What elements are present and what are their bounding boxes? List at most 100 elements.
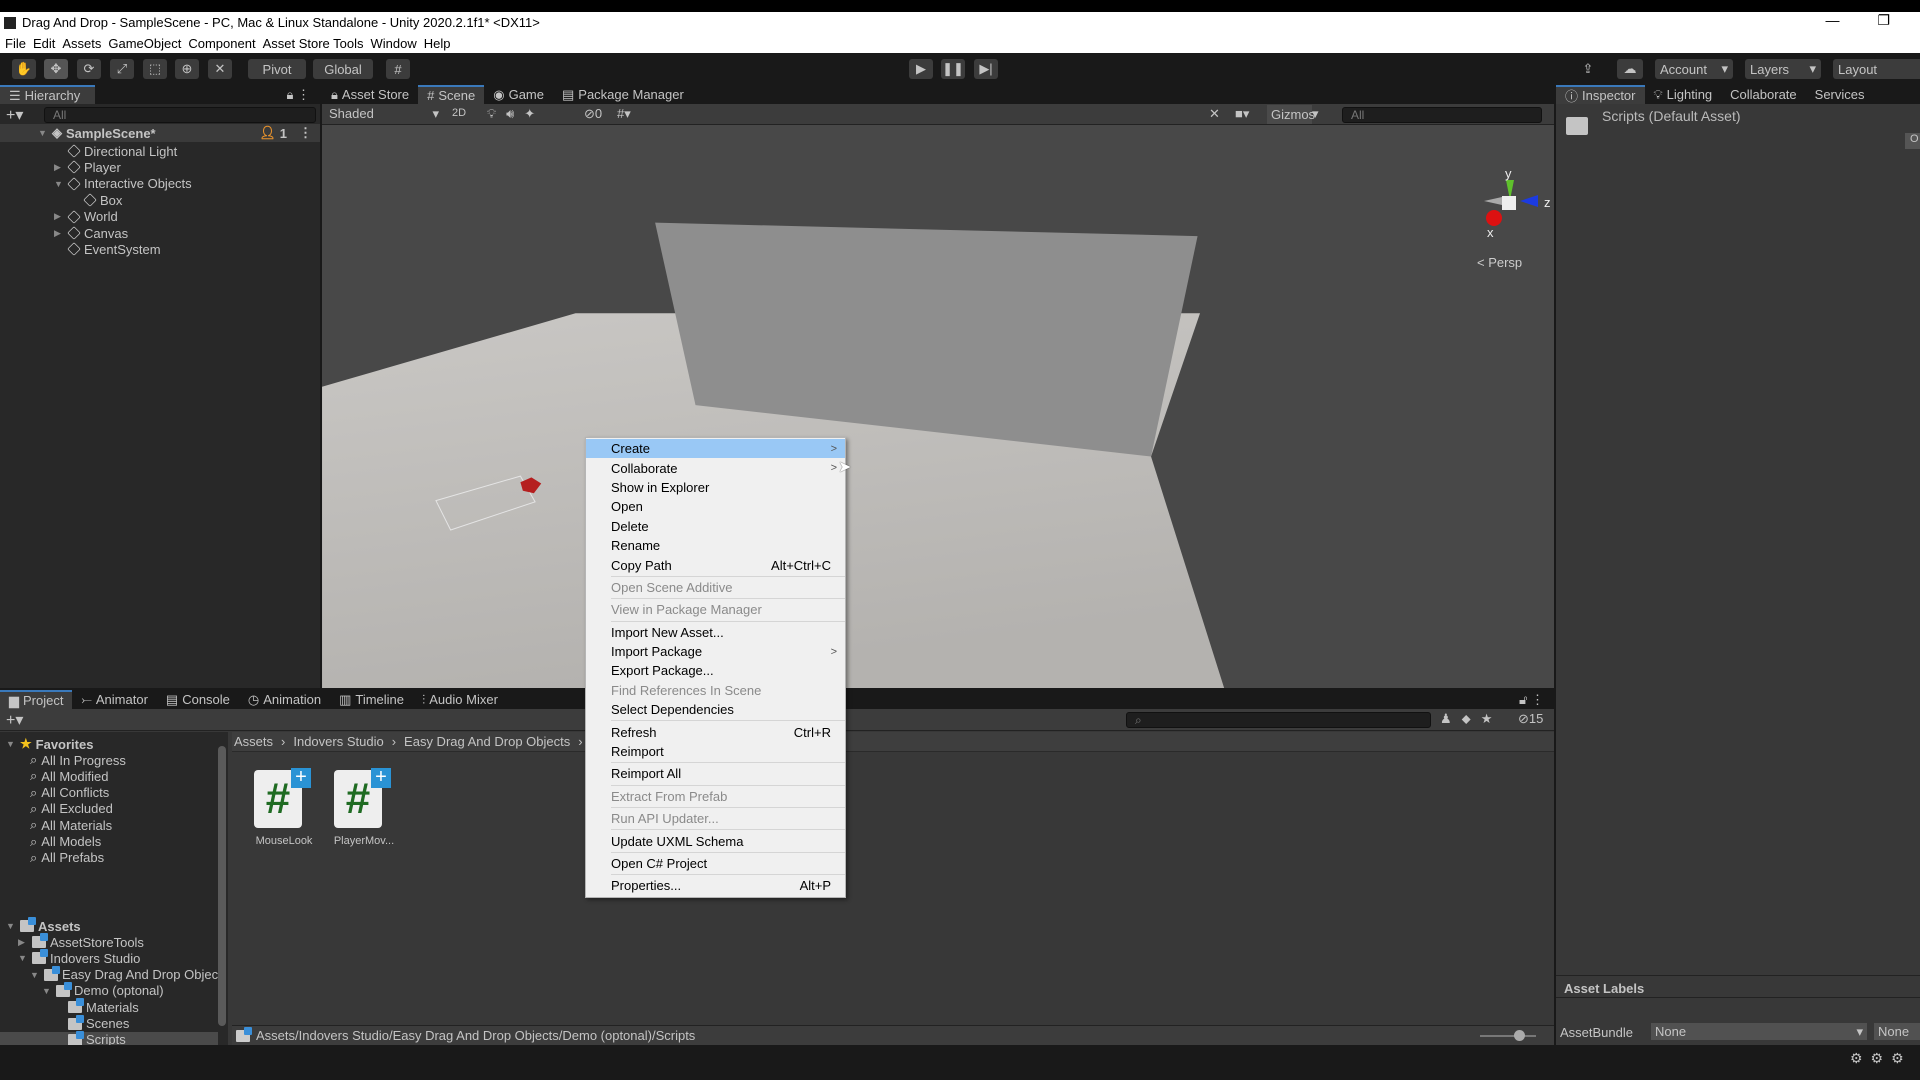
project-lock-icon[interactable]: 🔓︎ ⋮ <box>1519 692 1544 708</box>
menu-window[interactable]: Window <box>371 36 417 51</box>
assets-header[interactable]: ▼ Assets <box>6 917 81 934</box>
breadcrumb-item[interactable]: Easy Drag And Drop Objects <box>404 734 570 749</box>
minimize-button[interactable]: — <box>1825 12 1839 29</box>
context-item-reimport-all[interactable]: Reimport All <box>586 764 845 783</box>
menu-assets[interactable]: Assets <box>62 36 101 51</box>
rotate-tool-icon[interactable]: ⟳ <box>77 59 101 79</box>
context-item-update-uxml-schema[interactable]: Update UXML Schema <box>586 831 845 850</box>
global-toggle[interactable]: Global <box>313 59 373 79</box>
context-item-import-new-asset[interactable]: Import New Asset... <box>586 623 845 642</box>
context-item-import-package[interactable]: Import Package > <box>586 642 845 661</box>
axis-gizmo[interactable]: y z x < Persp <box>1477 166 1551 270</box>
gizmos-arrow-icon[interactable]: ▾ <box>1312 106 1319 122</box>
tab-inspector[interactable]: ⓘ Inspector <box>1556 85 1645 104</box>
tree-scrollbar[interactable] <box>218 746 226 1026</box>
folder-item[interactable]: ▼ Easy Drag And Drop Objec <box>30 965 218 983</box>
hierarchy-item[interactable]: Directional Light <box>54 143 177 159</box>
tab-hierarchy[interactable]: ☰ Hierarchy <box>0 85 95 104</box>
scene-row[interactable]: ▼ ◈ SampleScene* 👤︎ 1 ⋮ <box>0 124 320 142</box>
collab-icon[interactable]: ⇪ <box>1576 59 1600 79</box>
context-item-properties[interactable]: Properties... Alt+P <box>586 876 845 895</box>
grid-toggle[interactable]: #▾ <box>617 106 631 122</box>
breadcrumb-item[interactable]: Assets <box>234 734 273 749</box>
script-file[interactable]: # + MouseLook <box>252 767 316 858</box>
tab-scene[interactable]: # Scene <box>418 85 485 104</box>
folder-item[interactable]: Scripts <box>54 1030 126 1045</box>
favorite-item[interactable]: ⌕ All Materials <box>30 817 112 833</box>
transform-tool-icon[interactable]: ⊕ <box>175 59 199 79</box>
scene-search[interactable]: All <box>1342 107 1542 123</box>
context-item-open[interactable]: Open <box>586 497 845 516</box>
menu-help[interactable]: Help <box>424 36 451 51</box>
expand-arrow-icon[interactable]: ▼ <box>54 179 64 189</box>
context-item-export-package[interactable]: Export Package... <box>586 661 845 680</box>
folder-item[interactable]: ▼ Indovers Studio <box>18 949 140 966</box>
move-tool-icon[interactable]: ✥ <box>44 59 68 79</box>
context-item-rename[interactable]: Rename <box>586 536 845 555</box>
folder-item[interactable]: ▶ AssetStoreTools <box>18 933 144 950</box>
project-search[interactable]: ⌕ <box>1126 712 1431 728</box>
favorites-header[interactable]: ▼ ★ Favorites <box>6 736 93 752</box>
context-item-open-c-project[interactable]: Open C# Project <box>586 854 845 873</box>
hierarchy-item[interactable]: EventSystem <box>54 241 161 257</box>
tab-animation[interactable]: ◷ Animation <box>239 690 330 709</box>
favorite-item[interactable]: ⌕ All Excluded <box>30 801 113 817</box>
layers-dropdown[interactable]: Layers ▾ <box>1745 59 1821 79</box>
icon-size-slider[interactable] <box>1480 1030 1536 1041</box>
restore-button[interactable]: ❐ <box>1877 12 1890 29</box>
scene-view-toggles[interactable]: 💡︎🔊︎✦ <box>487 106 545 122</box>
favorite-item[interactable]: ⌕ All Prefabs <box>30 850 104 866</box>
variant-dropdown[interactable]: None <box>1874 1023 1920 1040</box>
tab-collaborate[interactable]: Collaborate <box>1721 85 1806 104</box>
hidden-packages-toggle[interactable]: ⊘15 <box>1518 711 1543 727</box>
grid-snap-icon[interactable]: # <box>386 59 410 79</box>
cloud-icon[interactable]: ☁ <box>1617 59 1643 79</box>
step-button[interactable]: ▶| <box>974 59 998 79</box>
hierarchy-item[interactable]: ▶ Canvas <box>54 225 128 241</box>
tab-project[interactable]: ▆ Project <box>0 690 73 709</box>
expand-arrow-icon[interactable]: ▼ <box>18 953 28 963</box>
expand-arrow-icon[interactable]: ▶ <box>54 211 64 222</box>
hand-tool-icon[interactable]: ✋ <box>12 59 36 79</box>
favorite-item[interactable]: ⌕ All Conflicts <box>30 785 109 801</box>
account-dropdown[interactable]: Account ▾ <box>1655 59 1733 79</box>
tab-package-manager[interactable]: ▤ Package Manager <box>553 85 693 104</box>
context-item-refresh[interactable]: Refresh Ctrl+R <box>586 722 845 741</box>
scale-tool-icon[interactable]: ⤢ <box>110 59 134 79</box>
context-item-create[interactable]: Create > <box>586 439 845 459</box>
favorite-item[interactable]: ⌕ All In Progress <box>30 752 126 768</box>
tab-asset-store[interactable]: 🔒︎ Asset Store <box>322 85 418 104</box>
menu-gameobject[interactable]: GameObject <box>108 36 181 51</box>
create-button[interactable]: +▾ <box>6 105 23 125</box>
expand-arrow-icon[interactable]: ▼ <box>6 921 16 931</box>
expand-arrow-icon[interactable]: ▶ <box>18 937 28 948</box>
tab-audio-mixer[interactable]: ⫶ Audio Mixer <box>413 690 507 709</box>
filter-icons[interactable]: ♟⬥★ <box>1440 711 1502 727</box>
status-bar-icons[interactable]: ⚙⚙⚙ <box>1850 1050 1912 1067</box>
tab-animator[interactable]: ⤚ Animator <box>72 690 156 709</box>
tools-icon[interactable]: ✕ <box>1209 106 1220 122</box>
tab-console[interactable]: ▤ Console <box>157 690 239 709</box>
expand-arrow-icon[interactable]: ▼ <box>30 970 40 980</box>
context-item-select-dependencies[interactable]: Select Dependencies <box>586 700 845 719</box>
shading-dropdown[interactable]: Shaded ▾ <box>325 106 443 123</box>
open-button[interactable]: O <box>1905 133 1920 149</box>
expand-arrow-icon[interactable]: ▼ <box>6 739 16 749</box>
play-button[interactable]: ▶ <box>909 59 933 79</box>
hidden-objects-toggle[interactable]: ⊘0 <box>584 106 602 122</box>
assetbundle-dropdown[interactable]: None ▾ <box>1651 1023 1867 1040</box>
folder-item[interactable]: Materials <box>54 998 139 1015</box>
expand-arrow-icon[interactable]: ▼ <box>42 986 52 996</box>
hierarchy-item[interactable]: ▶ Player <box>54 159 121 175</box>
menu-file[interactable]: File <box>5 36 26 51</box>
folder-item[interactable]: Scenes <box>54 1014 129 1032</box>
pivot-toggle[interactable]: Pivot <box>248 59 306 79</box>
hierarchy-item[interactable]: ▶ World <box>54 209 118 225</box>
expand-arrow-icon[interactable]: ▶ <box>54 162 64 173</box>
context-item-reimport[interactable]: Reimport <box>586 742 845 761</box>
expand-arrow-icon[interactable]: ▶ <box>54 228 64 239</box>
persp-label[interactable]: < Persp <box>1477 255 1522 270</box>
hierarchy-item[interactable]: ▼ Interactive Objects <box>54 176 192 192</box>
favorite-item[interactable]: ⌕ All Modified <box>30 768 108 784</box>
scene-menu-icon[interactable]: ⋮ <box>291 125 320 141</box>
